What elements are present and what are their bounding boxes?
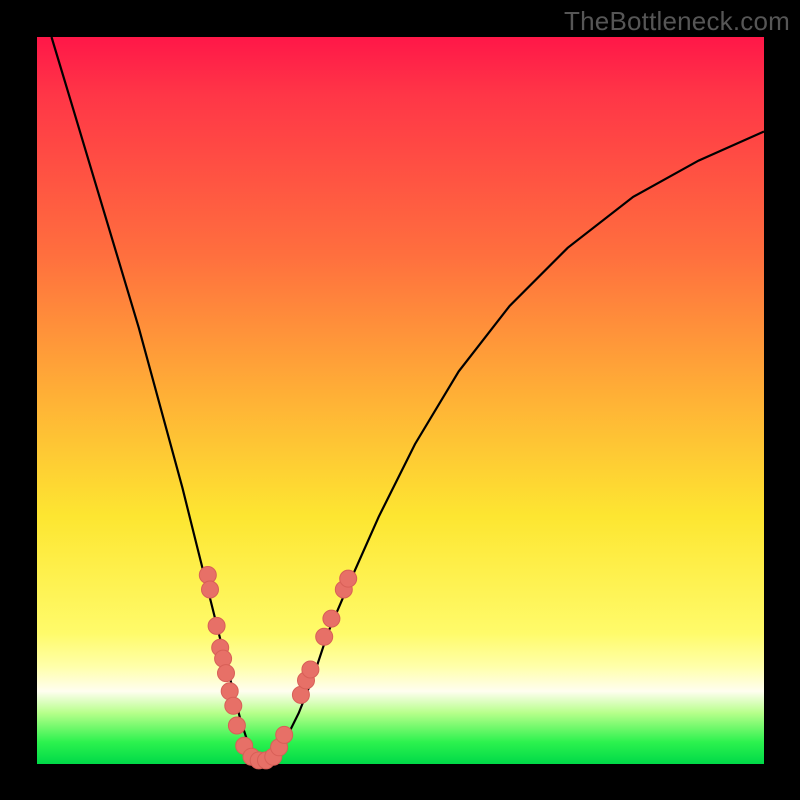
data-marker [225,697,242,714]
watermark-text: TheBottleneck.com [564,6,790,37]
data-marker [302,661,319,678]
plot-area [37,37,764,764]
data-marker [228,717,245,734]
data-marker [202,581,219,598]
data-marker [215,650,232,667]
chart-frame: TheBottleneck.com [0,0,800,800]
data-marker [208,617,225,634]
data-marker [316,628,333,645]
data-marker [218,665,235,682]
curve-svg [37,37,764,764]
bottleneck-curve [52,37,765,764]
marker-group [199,567,356,769]
data-marker [276,726,293,743]
data-marker [340,570,357,587]
data-marker [323,610,340,627]
